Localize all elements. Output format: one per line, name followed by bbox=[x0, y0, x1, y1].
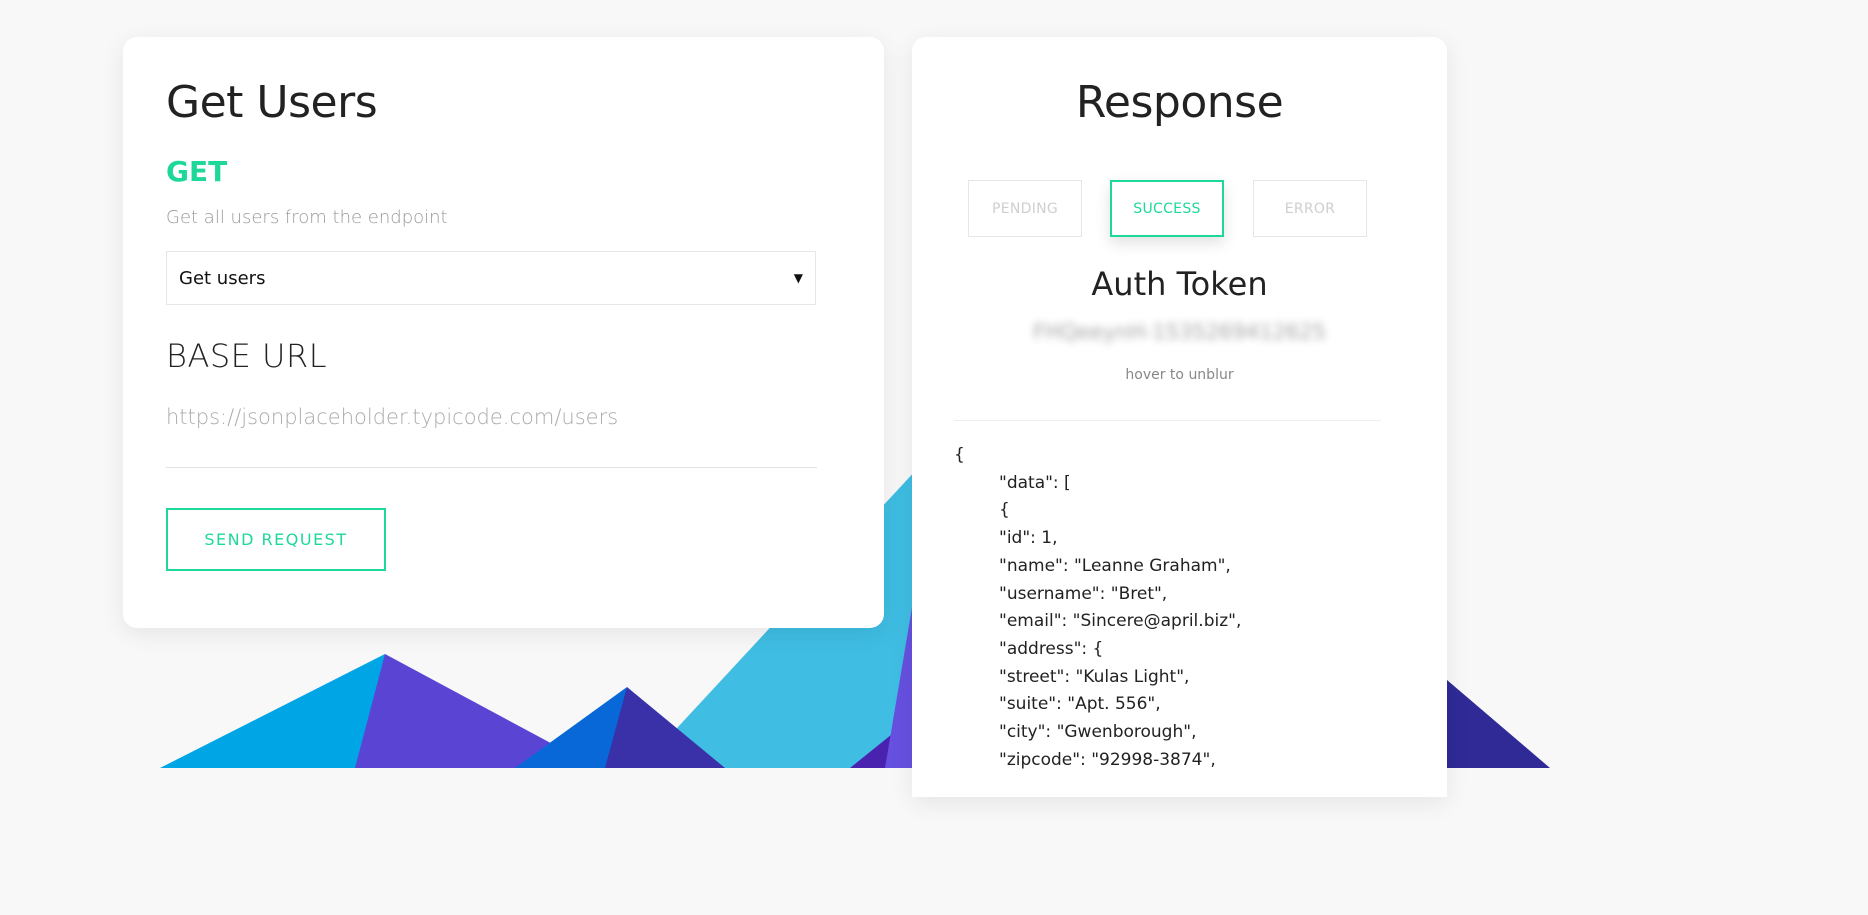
json-line: { bbox=[954, 445, 965, 465]
json-line: "data": [ bbox=[999, 472, 1071, 493]
auth-token-value[interactable]: FHQeeynH-1535269412625 bbox=[912, 320, 1447, 344]
json-line: "zipcode": "92998-3874", bbox=[999, 749, 1216, 770]
caret-down-icon: ▼ bbox=[793, 271, 803, 285]
endpoint-description: Get all users from the endpoint bbox=[166, 207, 448, 228]
response-title: Response bbox=[1075, 77, 1284, 128]
json-line: "name": "Leanne Graham", bbox=[999, 555, 1231, 576]
page-title: Get Users bbox=[166, 77, 378, 128]
mountain-shape bbox=[355, 654, 560, 768]
status-error-button[interactable]: ERROR bbox=[1253, 180, 1367, 237]
json-line: "email": "Sincere@april.biz", bbox=[999, 611, 1242, 632]
json-line: "address": { bbox=[999, 638, 1104, 659]
endpoint-select-value: Get users bbox=[179, 267, 266, 289]
request-card: Get Users GET Get all users from the end… bbox=[123, 37, 884, 628]
json-line: { bbox=[999, 500, 1010, 521]
json-line: "username": "Bret", bbox=[999, 583, 1168, 604]
json-line: "id": 1, bbox=[999, 528, 1058, 549]
json-line: "city": "Gwenborough", bbox=[999, 722, 1197, 743]
auth-token-title: Auth Token bbox=[1091, 265, 1268, 303]
divider bbox=[954, 420, 1381, 421]
base-url-input[interactable] bbox=[166, 392, 817, 468]
endpoint-select[interactable]: Get users ▼ bbox=[166, 251, 816, 305]
http-method-label: GET bbox=[166, 155, 228, 188]
response-card: Response PENDING SUCCESS ERROR Auth Toke… bbox=[912, 37, 1447, 797]
status-success-button[interactable]: SUCCESS bbox=[1110, 180, 1224, 237]
json-response: { "data": [ { "id": 1, "name": "Leanne G… bbox=[954, 442, 1241, 774]
json-line: "suite": "Apt. 556", bbox=[999, 694, 1161, 715]
hover-hint: hover to unblur bbox=[1125, 367, 1234, 383]
send-request-button[interactable]: SEND REQUEST bbox=[166, 508, 386, 571]
json-line: "street": "Kulas Light", bbox=[999, 666, 1190, 687]
base-url-label: BASE URL bbox=[166, 337, 328, 375]
status-pending-button[interactable]: PENDING bbox=[968, 180, 1082, 237]
